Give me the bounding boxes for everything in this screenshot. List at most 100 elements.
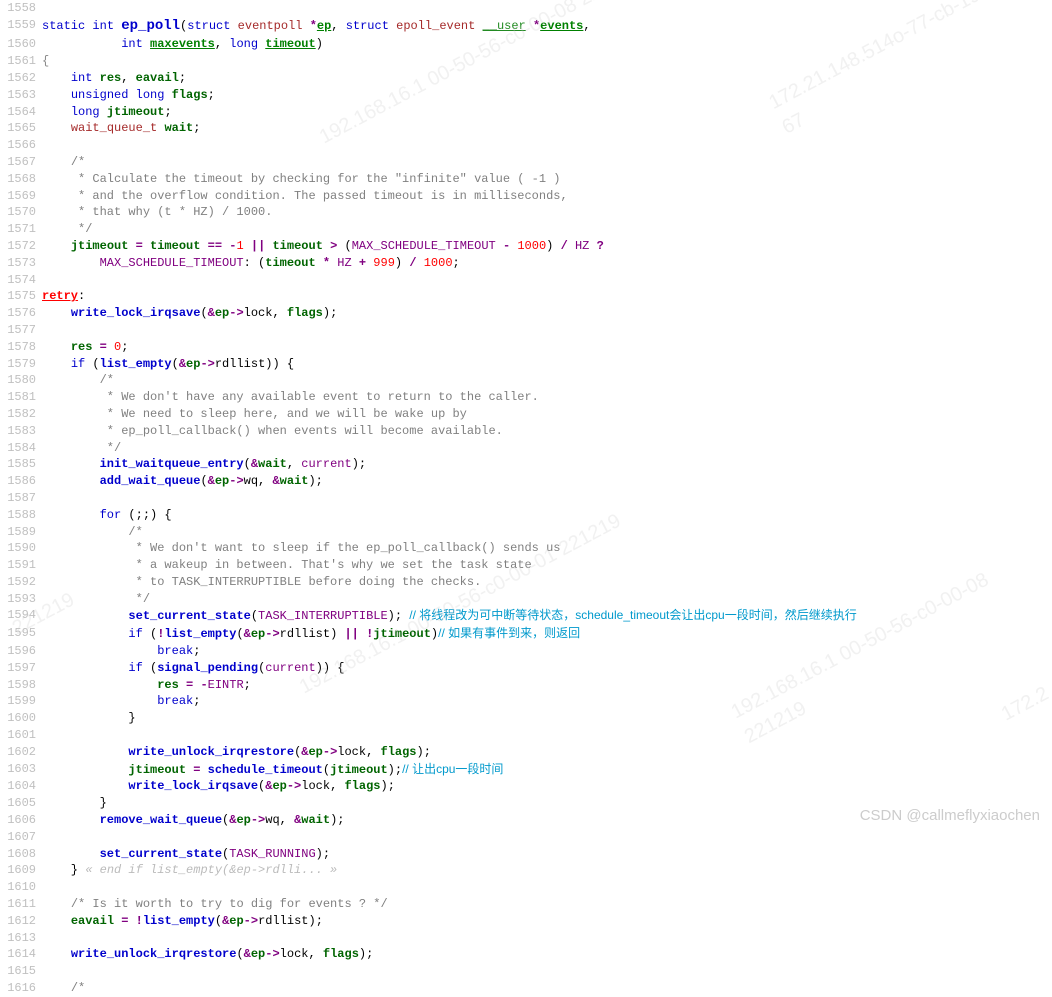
line-number: 1565 bbox=[0, 120, 42, 137]
code-content: static int ep_poll(struct eventpoll *ep,… bbox=[42, 17, 1052, 37]
code-content: set_current_state(TASK_RUNNING); bbox=[42, 846, 1052, 863]
code-content: } « end if list_empty(&ep->rdlli... » bbox=[42, 862, 1052, 879]
code-line: 1589 /* bbox=[0, 524, 1052, 541]
code-line: 1610 bbox=[0, 879, 1052, 896]
code-line: 1563 unsigned long flags; bbox=[0, 87, 1052, 104]
line-number: 1581 bbox=[0, 389, 42, 406]
code-line: 1569 * and the overflow condition. The p… bbox=[0, 188, 1052, 205]
code-line: 1599 break; bbox=[0, 693, 1052, 710]
line-number: 1572 bbox=[0, 238, 42, 255]
code-line: 1601 bbox=[0, 727, 1052, 744]
line-number: 1585 bbox=[0, 456, 42, 473]
line-number: 1606 bbox=[0, 812, 42, 829]
code-content: res = 0; bbox=[42, 339, 1052, 356]
csdn-watermark: CSDN @callmeflyxiaochen bbox=[860, 805, 1040, 826]
line-number: 1588 bbox=[0, 507, 42, 524]
code-line: 1588 for (;;) { bbox=[0, 507, 1052, 524]
line-number: 1589 bbox=[0, 524, 42, 541]
code-content: write_unlock_irqrestore(&ep->lock, flags… bbox=[42, 744, 1052, 761]
line-number: 1593 bbox=[0, 591, 42, 608]
code-line: 1594 set_current_state(TASK_INTERRUPTIBL… bbox=[0, 607, 1052, 625]
code-content: /* bbox=[42, 372, 1052, 389]
code-content: { bbox=[42, 53, 1052, 70]
code-editor: 15581559static int ep_poll(struct eventp… bbox=[0, 0, 1052, 997]
code-content bbox=[42, 490, 1052, 507]
code-line: 1616 /* bbox=[0, 980, 1052, 997]
code-line: 1574 bbox=[0, 272, 1052, 289]
code-line: 1584 */ bbox=[0, 440, 1052, 457]
line-number: 1584 bbox=[0, 440, 42, 457]
line-number: 1614 bbox=[0, 946, 42, 963]
code-content: * Calculate the timeout by checking for … bbox=[42, 171, 1052, 188]
line-number: 1612 bbox=[0, 913, 42, 930]
code-line: 1576 write_lock_irqsave(&ep->lock, flags… bbox=[0, 305, 1052, 322]
code-line: 1614 write_unlock_irqrestore(&ep->lock, … bbox=[0, 946, 1052, 963]
code-content: write_unlock_irqrestore(&ep->lock, flags… bbox=[42, 946, 1052, 963]
code-line: 1590 * We don't want to sleep if the ep_… bbox=[0, 540, 1052, 557]
line-number: 1570 bbox=[0, 204, 42, 221]
line-number: 1608 bbox=[0, 846, 42, 863]
code-line: 1604 write_lock_irqsave(&ep->lock, flags… bbox=[0, 778, 1052, 795]
code-line: 1566 bbox=[0, 137, 1052, 154]
code-line: 1579 if (list_empty(&ep->rdllist)) { bbox=[0, 356, 1052, 373]
line-number: 1611 bbox=[0, 896, 42, 913]
code-line: 1593 */ bbox=[0, 591, 1052, 608]
code-line: 1568 * Calculate the timeout by checking… bbox=[0, 171, 1052, 188]
line-number: 1575 bbox=[0, 288, 42, 305]
code-content: } bbox=[42, 710, 1052, 727]
code-line: 1595 if (!list_empty(&ep->rdllist) || !j… bbox=[0, 625, 1052, 643]
code-content: if (!list_empty(&ep->rdllist) || !jtimeo… bbox=[42, 625, 1052, 643]
code-line: 1567 /* bbox=[0, 154, 1052, 171]
code-line: 1603 jtimeout = schedule_timeout(jtimeou… bbox=[0, 761, 1052, 779]
code-line: 1613 bbox=[0, 930, 1052, 947]
line-number: 1559 bbox=[0, 17, 42, 37]
code-content: int res, eavail; bbox=[42, 70, 1052, 87]
line-number: 1590 bbox=[0, 540, 42, 557]
code-line: 1607 bbox=[0, 829, 1052, 846]
code-line: 1612 eavail = !list_empty(&ep->rdllist); bbox=[0, 913, 1052, 930]
line-number: 1616 bbox=[0, 980, 42, 997]
line-number: 1601 bbox=[0, 727, 42, 744]
line-number: 1594 bbox=[0, 607, 42, 625]
line-number: 1571 bbox=[0, 221, 42, 238]
code-line: 1573 MAX_SCHEDULE_TIMEOUT: (timeout * HZ… bbox=[0, 255, 1052, 272]
line-number: 1604 bbox=[0, 778, 42, 795]
line-number: 1613 bbox=[0, 930, 42, 947]
line-number: 1562 bbox=[0, 70, 42, 87]
code-content: init_waitqueue_entry(&wait, current); bbox=[42, 456, 1052, 473]
code-content: write_lock_irqsave(&ep->lock, flags); bbox=[42, 305, 1052, 322]
code-line: 1583 * ep_poll_callback() when events wi… bbox=[0, 423, 1052, 440]
line-number: 1583 bbox=[0, 423, 42, 440]
code-line: 1577 bbox=[0, 322, 1052, 339]
code-line: 1598 res = -EINTR; bbox=[0, 677, 1052, 694]
line-number: 1591 bbox=[0, 557, 42, 574]
code-line: 1585 init_waitqueue_entry(&wait, current… bbox=[0, 456, 1052, 473]
code-content: /* bbox=[42, 154, 1052, 171]
code-content: * We need to sleep here, and we will be … bbox=[42, 406, 1052, 423]
code-content: write_lock_irqsave(&ep->lock, flags); bbox=[42, 778, 1052, 795]
code-content bbox=[42, 930, 1052, 947]
code-line: 1564 long jtimeout; bbox=[0, 104, 1052, 121]
line-number: 1561 bbox=[0, 53, 42, 70]
code-line: 1596 break; bbox=[0, 643, 1052, 660]
code-content: break; bbox=[42, 693, 1052, 710]
code-content: * that why (t * HZ) / 1000. bbox=[42, 204, 1052, 221]
line-number: 1597 bbox=[0, 660, 42, 677]
code-line: 1611 /* Is it worth to try to dig for ev… bbox=[0, 896, 1052, 913]
code-content: * We don't want to sleep if the ep_poll_… bbox=[42, 540, 1052, 557]
line-number: 1615 bbox=[0, 963, 42, 980]
code-content: * and the overflow condition. The passed… bbox=[42, 188, 1052, 205]
code-content: int maxevents, long timeout) bbox=[42, 36, 1052, 53]
line-number: 1563 bbox=[0, 87, 42, 104]
code-content: break; bbox=[42, 643, 1052, 660]
line-number: 1564 bbox=[0, 104, 42, 121]
line-number: 1599 bbox=[0, 693, 42, 710]
code-content: retry: bbox=[42, 288, 1052, 305]
line-number: 1574 bbox=[0, 272, 42, 289]
code-line: 1560 int maxevents, long timeout) bbox=[0, 36, 1052, 53]
code-line: 1575retry: bbox=[0, 288, 1052, 305]
line-number: 1567 bbox=[0, 154, 42, 171]
code-content: jtimeout = schedule_timeout(jtimeout);//… bbox=[42, 761, 1052, 779]
line-number: 1610 bbox=[0, 879, 42, 896]
line-number: 1569 bbox=[0, 188, 42, 205]
